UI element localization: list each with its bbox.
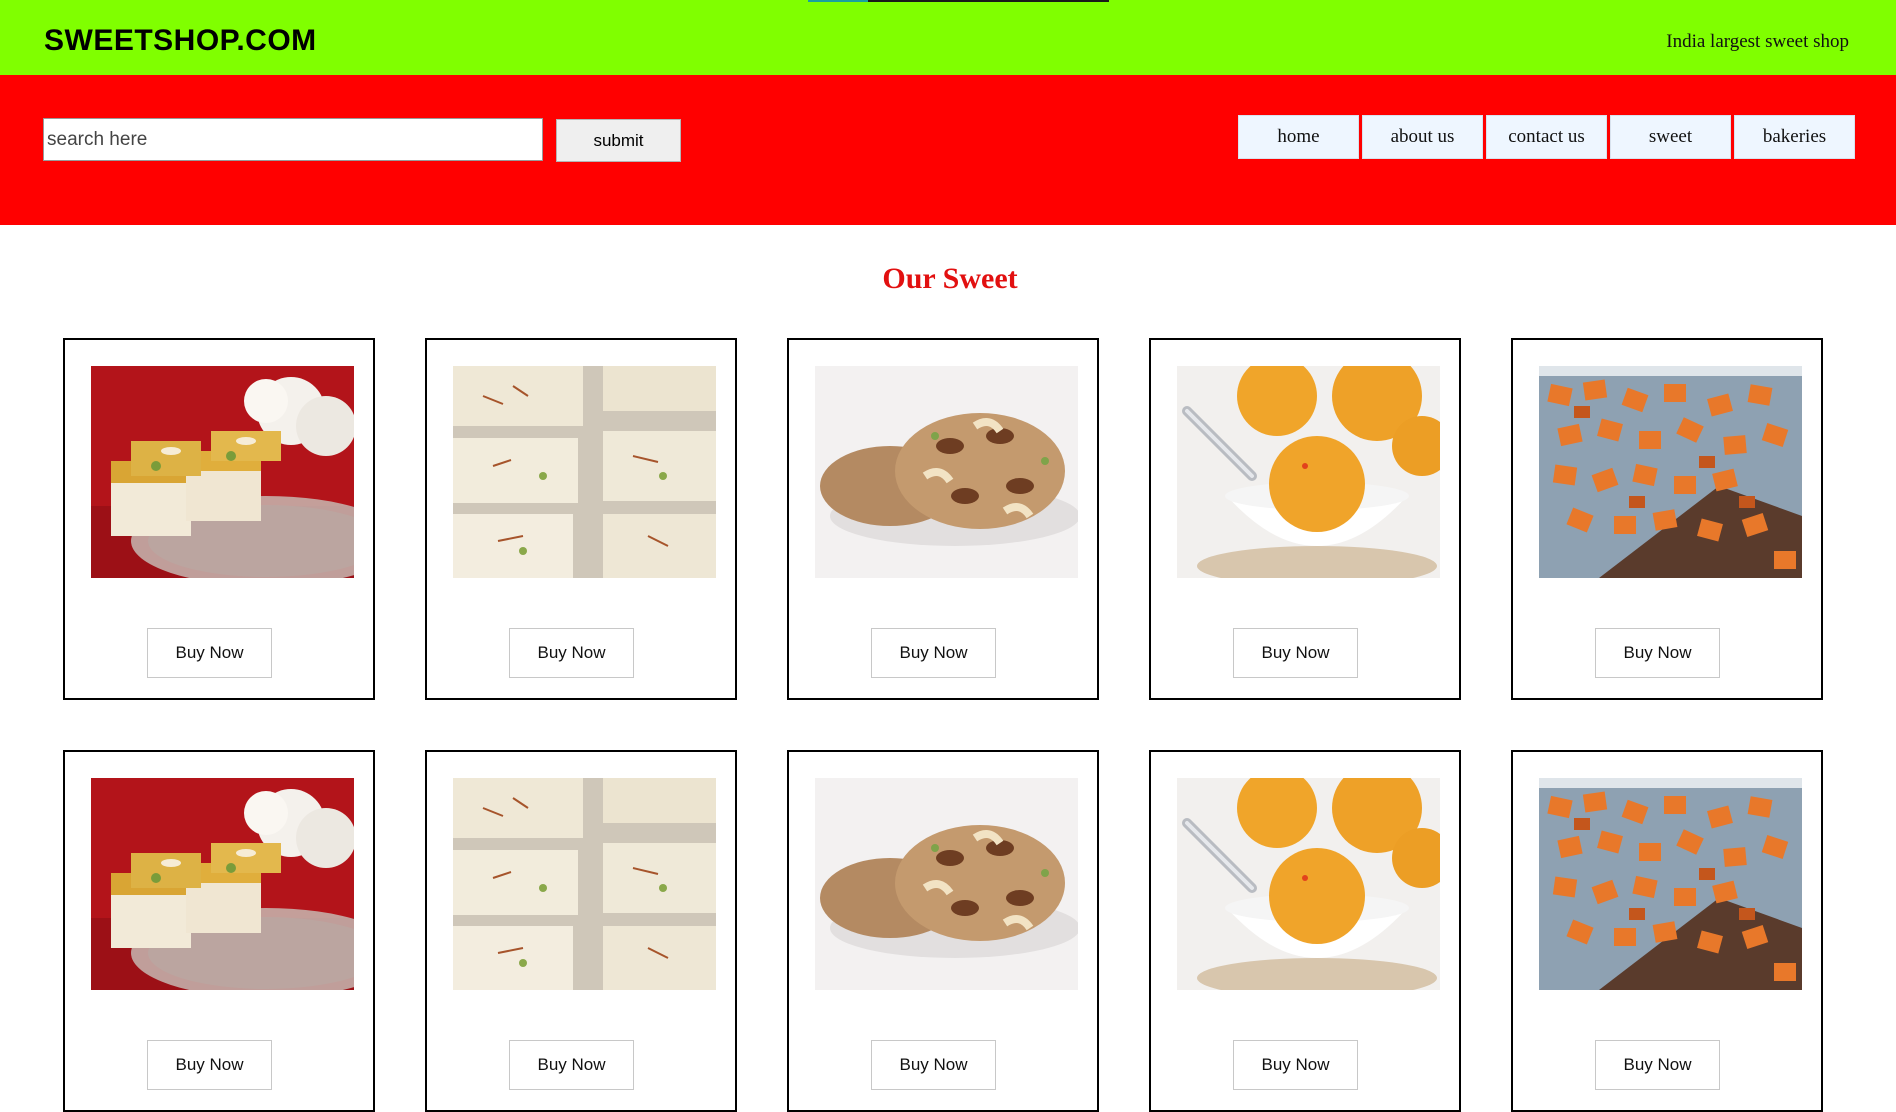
boondi-laddu-photo <box>1177 366 1440 578</box>
sweet-cubes-photo <box>1539 778 1802 990</box>
buy-now-button[interactable]: Buy Now <box>1233 1040 1358 1090</box>
product-card: Buy Now <box>1149 338 1461 700</box>
buy-now-button[interactable]: Buy Now <box>1595 1040 1720 1090</box>
product-card: Buy Now <box>787 338 1099 700</box>
buy-now-button[interactable]: Buy Now <box>509 1040 634 1090</box>
buy-now-button[interactable]: Buy Now <box>871 628 996 678</box>
product-card: Buy Now <box>1511 750 1823 1112</box>
buy-now-button[interactable]: Buy Now <box>147 1040 272 1090</box>
product-card: Buy Now <box>425 338 737 700</box>
section-title: Our Sweet <box>882 262 1018 295</box>
sweet-cubes-photo <box>1539 366 1802 578</box>
buy-now-button[interactable]: Buy Now <box>147 628 272 678</box>
nav-item-home[interactable]: home <box>1238 115 1359 159</box>
product-card: Buy Now <box>63 750 375 1112</box>
navigation-bar: submit home about us contact us sweet ba… <box>0 75 1896 225</box>
product-card: Buy Now <box>1511 338 1823 700</box>
site-logo-text[interactable]: SWEETSHOP.COM <box>44 24 317 58</box>
nav-item-bakeries[interactable]: bakeries <box>1734 115 1855 159</box>
search-input[interactable] <box>43 118 543 161</box>
product-card: Buy Now <box>425 750 737 1112</box>
product-grid: Buy Now Buy Now Buy Now Buy Now Buy Now … <box>63 338 1823 1112</box>
milk-barfi-photo <box>453 366 716 578</box>
milk-barfi-photo <box>453 778 716 990</box>
buy-now-button[interactable]: Buy Now <box>1233 628 1358 678</box>
main-nav-menu: home about us contact us sweet bakeries <box>1238 115 1855 159</box>
product-card: Buy Now <box>787 750 1099 1112</box>
mawa-barfi-photo <box>91 366 354 578</box>
dry-fruit-cookie-photo <box>815 366 1078 578</box>
site-tagline: India largest sweet shop <box>1666 31 1849 52</box>
buy-now-button[interactable]: Buy Now <box>509 628 634 678</box>
buy-now-button[interactable]: Buy Now <box>871 1040 996 1090</box>
buy-now-button[interactable]: Buy Now <box>1595 628 1720 678</box>
product-card: Buy Now <box>1149 750 1461 1112</box>
dry-fruit-cookie-photo <box>815 778 1078 990</box>
mawa-barfi-photo <box>91 778 354 990</box>
boondi-laddu-photo <box>1177 778 1440 990</box>
search-submit-button[interactable]: submit <box>556 119 681 162</box>
nav-item-sweet[interactable]: sweet <box>1610 115 1731 159</box>
nav-item-contact-us[interactable]: contact us <box>1486 115 1607 159</box>
header-accent-line <box>808 0 1109 2</box>
nav-item-about-us[interactable]: about us <box>1362 115 1483 159</box>
top-header-bar: SWEETSHOP.COM India largest sweet shop <box>0 0 1896 75</box>
product-card: Buy Now <box>63 338 375 700</box>
